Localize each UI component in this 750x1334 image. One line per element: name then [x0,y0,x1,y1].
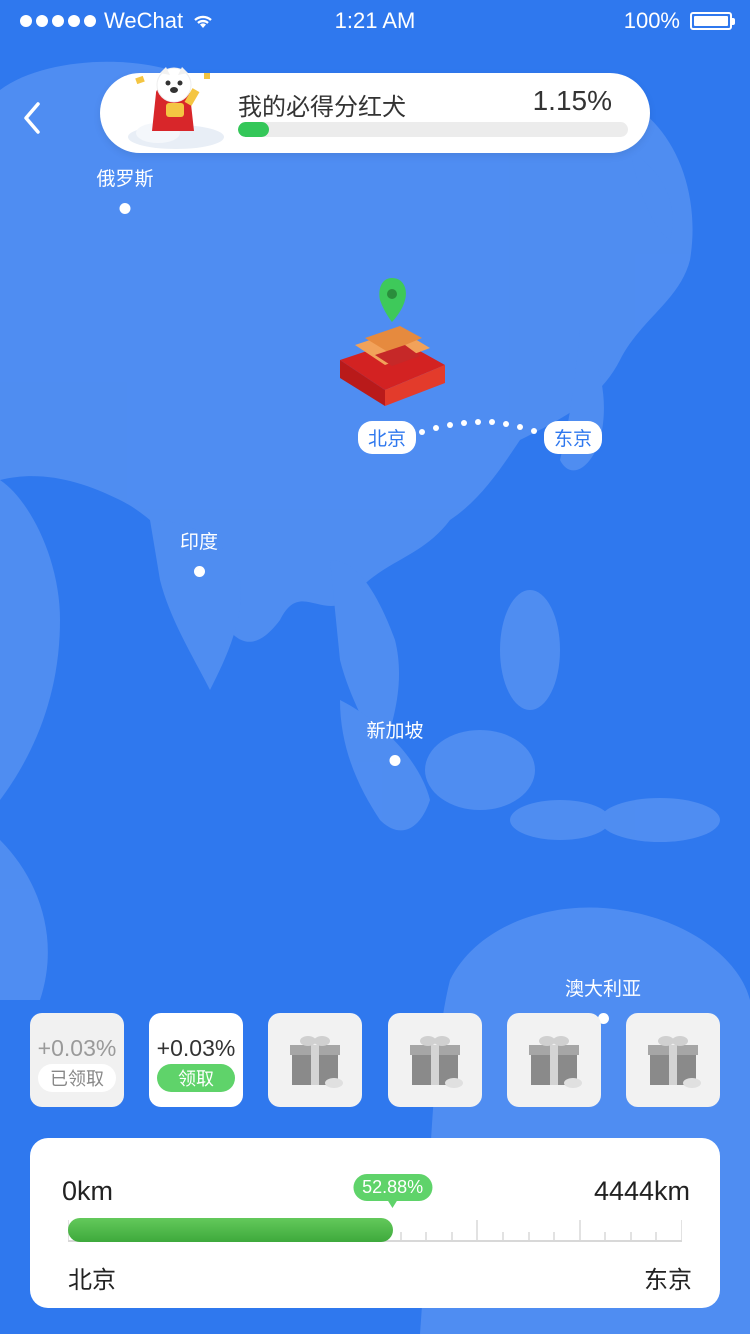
reward-item-4[interactable] [388,1013,482,1107]
city-russia[interactable]: 俄罗斯 [96,164,154,214]
city-dot [119,203,131,214]
gift-box-icon [410,1036,463,1088]
claim-button[interactable]: 领取 [157,1063,235,1092]
route-start-label[interactable]: 北京 [358,421,417,454]
mascot-dog-icon [128,67,224,149]
route-end-label[interactable]: 东京 [544,421,603,454]
reward-item-6[interactable] [626,1013,720,1107]
status-bar: WeChat 1:21 AM 100% [0,0,750,40]
city-india[interactable]: 印度 [180,527,218,577]
city-india-label: 印度 [179,532,219,553]
destination-city: 东京 [644,1267,692,1294]
city-singapore-label: 新加坡 [366,721,424,742]
progress-percent-bubble: 52.88% [353,1174,433,1208]
city-australia-label: 澳大利亚 [564,979,642,1000]
reward-item-2[interactable]: +0.03% 领取 [149,1013,243,1107]
battery-percent: 100% [623,8,680,33]
trip-progress-track [68,1218,682,1242]
back-chevron-icon[interactable] [16,100,52,136]
city-dot [193,566,205,577]
dividend-progress-bar [238,122,628,137]
reward-value: +0.03% [156,1034,236,1061]
gift-box-icon [648,1036,701,1088]
end-distance: 4444km [593,1176,690,1206]
dividend-percent: 1.15% [532,85,612,116]
trip-progress-card: 0km 4444km 52.88% 北京 东京 [30,1138,720,1308]
dividend-title: 我的必得分红犬 [238,94,406,121]
trip-progress-fill [68,1218,393,1242]
dividend-card[interactable]: 我的必得分红犬 1.15% [100,67,650,153]
start-distance: 0km [62,1176,114,1206]
city-russia-label: 俄罗斯 [96,169,154,190]
city-dot [389,755,401,766]
reward-item-5[interactable] [507,1013,601,1107]
reward-claimed-badge: 已领取 [38,1063,116,1092]
dividend-progress-fill [238,122,270,137]
battery-icon [690,12,735,30]
reward-value: +0.03% [37,1034,117,1061]
city-singapore[interactable]: 新加坡 [366,716,424,766]
reward-item-3[interactable] [268,1013,362,1107]
gift-box-icon [529,1036,582,1088]
reward-item-1[interactable]: +0.03% 已领取 [30,1013,124,1107]
origin-city: 北京 [68,1267,116,1294]
gift-box-icon [290,1036,343,1088]
